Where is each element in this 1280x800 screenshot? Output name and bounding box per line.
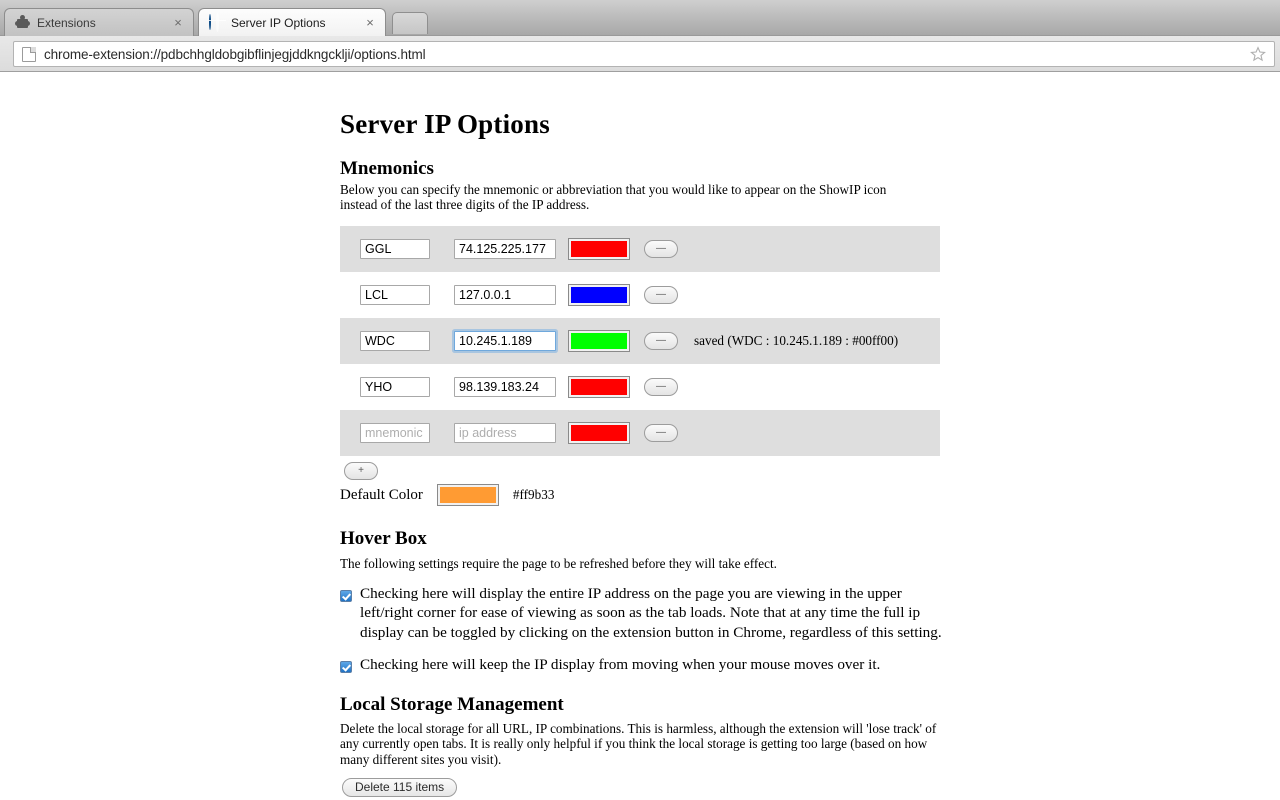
color-swatch-fill <box>571 379 627 395</box>
table-row: — <box>340 410 940 456</box>
local-storage-heading: Local Storage Management <box>340 694 564 715</box>
add-row-button[interactable]: + <box>344 462 378 480</box>
mnemonic-ip-input[interactable] <box>454 423 556 443</box>
page-document-icon <box>22 46 36 62</box>
table-row: — <box>340 226 940 272</box>
hover-checkbox-row-2: Checking here will keep the IP display f… <box>340 655 942 674</box>
color-swatch[interactable] <box>568 238 630 260</box>
mnemonic-ip-input[interactable] <box>454 331 556 351</box>
color-swatch[interactable] <box>568 284 630 306</box>
tab-strip: Extensions × Server IP Options × <box>0 0 1280 36</box>
color-swatch-fill <box>571 287 627 303</box>
default-color-label: Default Color <box>340 486 423 503</box>
color-swatch[interactable] <box>568 330 630 352</box>
row-status: saved (WDC : 10.245.1.189 : #00ff00) <box>694 333 899 348</box>
color-swatch-fill <box>571 241 627 257</box>
remove-row-button[interactable]: — <box>644 332 678 350</box>
mnemonics-description: Below you can specify the mnemonic or ab… <box>340 182 887 213</box>
table-row: — <box>340 272 940 318</box>
page-title: Server IP Options <box>340 109 550 139</box>
globe-icon <box>209 13 225 31</box>
page-viewport: Server IP Options Mnemonics Below you ca… <box>0 73 1280 800</box>
mnemonic-ip-input[interactable] <box>454 377 556 397</box>
checkbox-lock-position[interactable] <box>340 661 352 673</box>
table-row: — saved (WDC : 10.245.1.189 : #00ff00) <box>340 318 940 364</box>
url-text: chrome-extension://pdbchhgldobgibflinjeg… <box>44 46 426 62</box>
delete-items-button[interactable]: Delete 115 items <box>342 778 458 797</box>
star-icon[interactable] <box>1250 46 1268 62</box>
color-swatch-fill <box>571 425 627 441</box>
mnemonic-name-input[interactable] <box>360 285 430 305</box>
remove-row-button[interactable]: — <box>644 424 678 442</box>
new-tab-button[interactable] <box>392 12 428 34</box>
color-swatch[interactable] <box>568 422 630 444</box>
remove-row-button[interactable]: — <box>644 378 678 396</box>
default-color-swatch[interactable] <box>436 484 499 506</box>
mnemonic-ip-input[interactable] <box>454 285 556 305</box>
tab-extensions[interactable]: Extensions × <box>4 8 194 36</box>
mnemonic-name-input[interactable] <box>360 331 430 351</box>
remove-row-button[interactable]: — <box>644 240 678 258</box>
color-swatch[interactable] <box>568 376 630 398</box>
checkbox-full-ip-display[interactable] <box>340 590 352 602</box>
mnemonics-heading: Mnemonics <box>340 158 434 179</box>
address-bar[interactable]: chrome-extension://pdbchhgldobgibflinjeg… <box>13 41 1275 67</box>
tab-server-ip-options[interactable]: Server IP Options × <box>198 8 386 36</box>
default-color-hex: #ff9b33 <box>512 487 555 502</box>
mnemonic-name-input[interactable] <box>360 239 430 259</box>
checkbox-label: Checking here will keep the IP display f… <box>360 656 881 673</box>
tab-title: Extensions <box>37 15 96 30</box>
browser-toolbar: chrome-extension://pdbchhgldobgibflinjeg… <box>0 36 1280 72</box>
mnemonic-name-input[interactable] <box>360 377 430 397</box>
tab-close-icon[interactable]: × <box>363 16 377 30</box>
tab-close-icon[interactable]: × <box>171 16 185 30</box>
hover-checkbox-row-1: Checking here will display the entire IP… <box>340 584 942 642</box>
default-color-swatch-fill <box>439 487 496 503</box>
puzzle-icon <box>15 14 31 31</box>
default-color-row: Default Color #ff9b33 <box>340 484 554 506</box>
table-row: — <box>340 364 940 410</box>
hover-box-heading: Hover Box <box>340 528 427 549</box>
mnemonic-rows-list: — — — saved (WDC : 10.245.1.189 : <box>340 226 940 456</box>
color-swatch-fill <box>571 333 627 349</box>
mnemonic-ip-input[interactable] <box>454 239 556 259</box>
checkbox-label: Checking here will display the entire IP… <box>360 585 942 641</box>
remove-row-button[interactable]: — <box>644 286 678 304</box>
hover-box-description: The following settings require the page … <box>340 556 777 571</box>
local-storage-description: Delete the local storage for all URL, IP… <box>340 721 937 767</box>
browser-chrome: Extensions × Server IP Options × chrome-… <box>0 0 1280 72</box>
mnemonic-name-input[interactable] <box>360 423 430 443</box>
tab-title: Server IP Options <box>231 15 326 30</box>
